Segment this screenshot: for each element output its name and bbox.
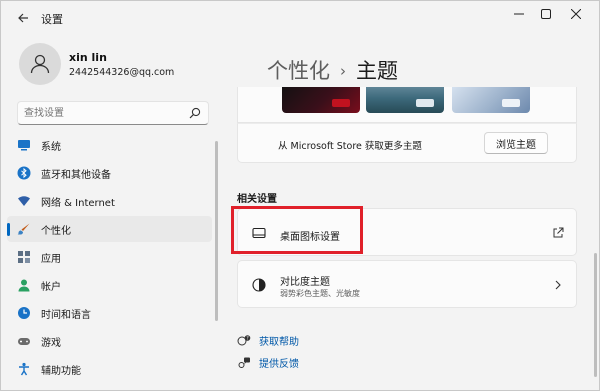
card-title: 对比度主题	[280, 277, 330, 288]
sidebar-item-label: 系统	[41, 142, 61, 153]
store-themes-text: 从 Microsoft Store 获取更多主题	[278, 141, 422, 152]
chevron-right-icon	[555, 280, 561, 290]
sidebar-item-label: 游戏	[41, 338, 61, 349]
avatar[interactable]	[19, 43, 61, 85]
get-help-label: 获取帮助	[259, 337, 299, 348]
theme-thumbnails	[237, 87, 577, 123]
contrast-themes-card[interactable]: 对比度主题 弱势彩色主题、光敏度	[237, 260, 577, 308]
search-icon[interactable]	[188, 106, 202, 120]
breadcrumb-parent[interactable]: 个性化	[267, 59, 330, 83]
sidebar-item-accessibility[interactable]: 辅助功能	[7, 356, 212, 382]
theme-accent-swatch	[502, 99, 520, 107]
search-input[interactable]	[24, 105, 184, 121]
network-icon	[18, 196, 30, 206]
monitor-icon	[18, 140, 30, 151]
sidebar-item-label: 辅助功能	[41, 366, 81, 377]
theme-accent-swatch	[416, 99, 434, 107]
user-name: xin lin	[69, 51, 107, 64]
theme-thumbnail-lake[interactable]	[366, 87, 444, 113]
sidebar-item-network[interactable]: 网络 & Internet	[7, 188, 212, 214]
user-email: 2442544326@qq.com	[69, 67, 175, 78]
close-icon[interactable]	[556, 3, 596, 25]
external-link-icon	[553, 227, 564, 238]
page-title: 主题	[356, 59, 398, 83]
sidebar-item-bluetooth[interactable]: 蓝牙和其他设备	[7, 160, 212, 186]
browse-themes-button[interactable]: 浏览主题	[484, 132, 548, 154]
title-bar: 设置	[1, 1, 600, 35]
sidebar-item-gaming[interactable]: 游戏	[7, 328, 212, 354]
sidebar-item-label: 个性化	[41, 226, 71, 237]
feedback-icon	[238, 357, 250, 368]
breadcrumb: 个性化 › 主题	[267, 55, 398, 85]
sidebar-item-label: 时间和语言	[41, 310, 91, 321]
sidebar-item-personalization[interactable]: 个性化	[7, 216, 212, 242]
contrast-icon	[252, 278, 266, 292]
sidebar-item-time-language[interactable]: 时间和语言	[7, 300, 212, 326]
give-feedback-link[interactable]: 提供反馈	[237, 355, 299, 370]
related-settings-heading: 相关设置	[237, 194, 277, 205]
back-arrow-icon[interactable]	[11, 7, 35, 29]
breadcrumb-separator: ›	[340, 62, 346, 80]
app-title: 设置	[41, 13, 63, 26]
active-indicator	[7, 223, 10, 236]
brush-icon	[17, 223, 30, 235]
theme-accent-swatch	[332, 99, 350, 107]
theme-thumbnail-glow[interactable]	[452, 87, 530, 113]
person-icon	[30, 54, 50, 74]
sidebar-item-apps[interactable]: 应用	[7, 244, 212, 270]
sidebar-scrollbar[interactable]	[215, 141, 218, 321]
globe-clock-icon	[18, 307, 30, 319]
gamepad-icon	[18, 338, 30, 345]
store-themes-row: 从 Microsoft Store 获取更多主题 浏览主题	[237, 123, 577, 163]
sidebar-item-accounts[interactable]: 帐户	[7, 272, 212, 298]
sidebar-item-label: 蓝牙和其他设备	[41, 170, 111, 181]
highlight-box	[231, 206, 363, 254]
theme-thumbnail-dark[interactable]	[282, 87, 360, 113]
sidebar-item-system[interactable]: 系统	[7, 132, 212, 158]
accessibility-icon	[19, 362, 29, 376]
card-subtitle: 弱势彩色主题、光敏度	[280, 289, 360, 298]
sidebar-item-label: 网络 & Internet	[41, 198, 115, 209]
content-scrollbar[interactable]	[594, 253, 597, 377]
account-icon	[18, 279, 30, 292]
give-feedback-label: 提供反馈	[259, 359, 299, 370]
bluetooth-icon	[17, 166, 31, 180]
sidebar-item-label: 应用	[41, 254, 61, 265]
sidebar-item-label: 帐户	[41, 282, 61, 293]
settings-window: 设置 xin lin 2442544326@qq.com 系统	[0, 0, 600, 391]
search-box[interactable]	[17, 101, 209, 125]
get-help-link[interactable]: ? 获取帮助	[237, 333, 299, 348]
help-icon: ?	[237, 334, 251, 345]
apps-icon	[18, 251, 30, 263]
